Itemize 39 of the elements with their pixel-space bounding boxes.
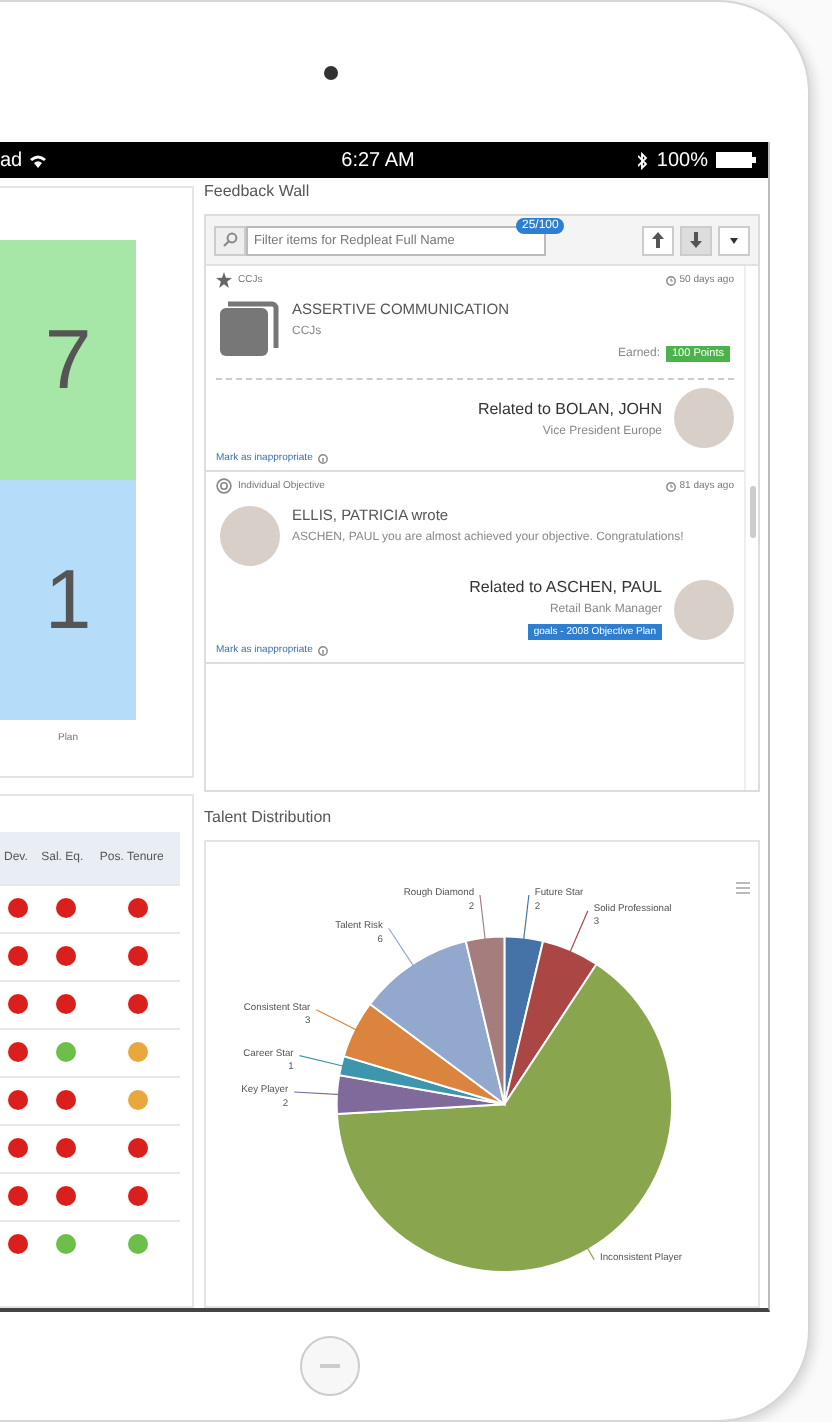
panel-title: Feedback Wall: [204, 182, 312, 204]
carrier-text: ad: [0, 149, 23, 171]
sort-button[interactable]: [680, 225, 712, 255]
book-icon: [220, 300, 280, 356]
sort-button[interactable]: [718, 225, 750, 255]
star-icon: [216, 272, 232, 288]
up-arrow-icon: [652, 232, 664, 248]
battery-percent: 100%: [656, 149, 708, 171]
clock-icon: [665, 481, 676, 492]
count-tile: 7: [0, 240, 136, 480]
leader-line: [585, 1245, 595, 1261]
wifi-icon: [30, 153, 47, 167]
down-arrow-icon: [690, 232, 702, 248]
avatar-photo: [674, 388, 734, 449]
leader-line: [522, 894, 530, 943]
leader-line: [298, 1055, 346, 1068]
related-person: Related to BOLAN, JOHN: [477, 399, 662, 418]
caret-icon: [730, 237, 738, 243]
leader-line: [568, 910, 589, 955]
leader-line: [293, 1091, 342, 1096]
panel-title: Talent Distribution: [204, 808, 334, 830]
search-icon: [214, 225, 246, 255]
avatar-photo: [674, 579, 734, 640]
status-time: 6:27 AM: [341, 149, 415, 171]
leader-line: [315, 1009, 359, 1032]
scrollbar[interactable]: [744, 266, 758, 790]
info-icon: [318, 453, 329, 464]
count-tile: 1: [0, 480, 136, 720]
info-icon: [318, 645, 329, 656]
target-icon: [216, 478, 232, 495]
leader-line: [388, 927, 415, 968]
bluetooth-icon: [638, 151, 649, 169]
avatar-photo: [220, 506, 280, 567]
related-person: Related to ASCHEN, PAUL: [469, 578, 662, 597]
sort-button[interactable]: [642, 225, 674, 255]
leader-line: [479, 894, 486, 943]
battery-icon: [716, 152, 756, 168]
clock-icon: [665, 275, 676, 285]
camera-lens: [324, 65, 338, 79]
